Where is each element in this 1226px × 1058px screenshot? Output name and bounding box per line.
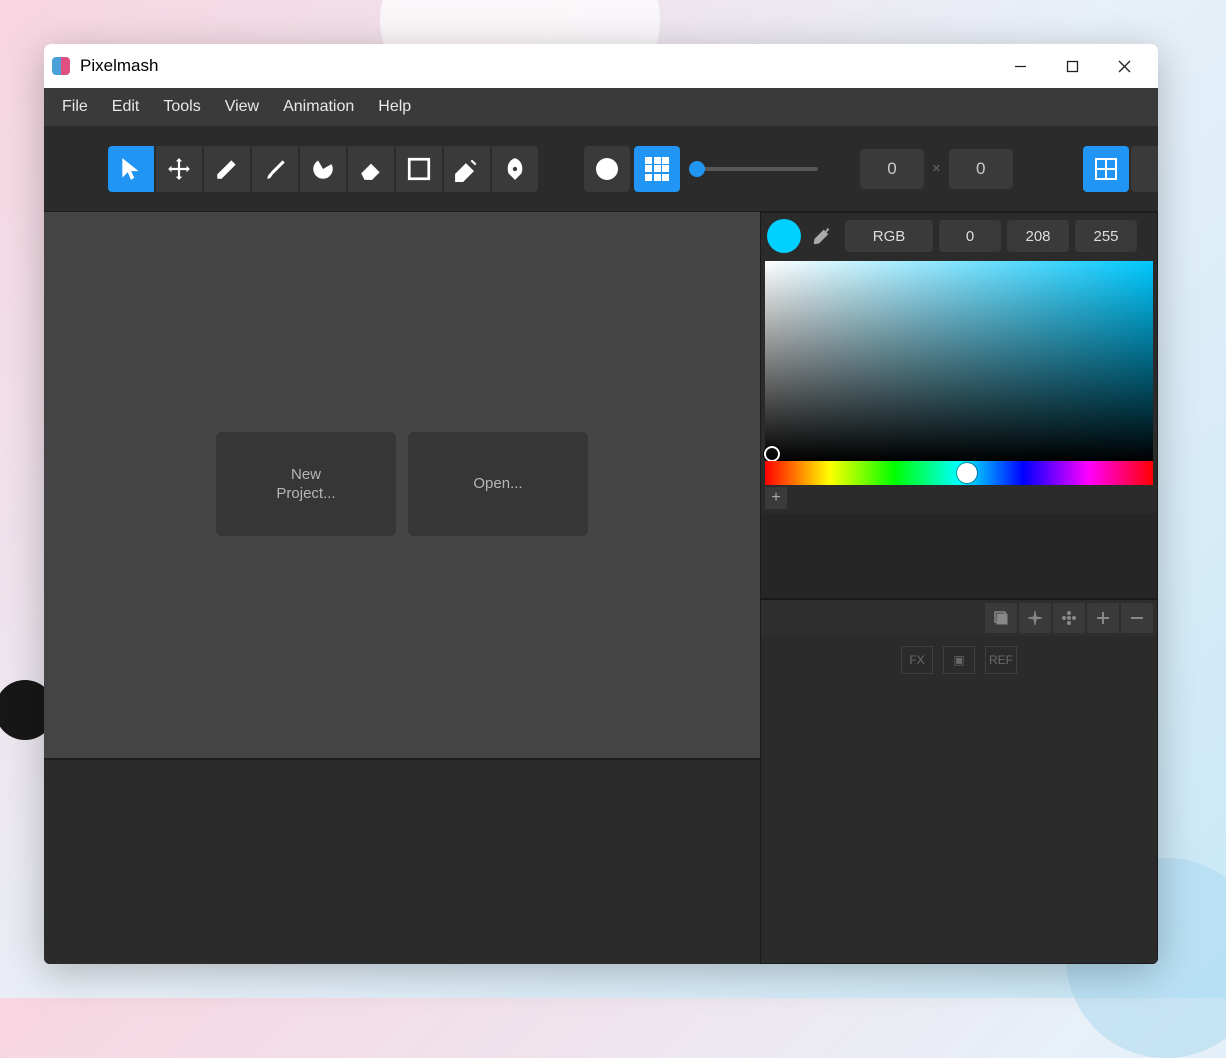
swatch-row: + [763,485,1155,511]
menubar: File Edit Tools View Animation Help [44,88,1158,126]
add-swatch-button[interactable]: + [765,487,787,509]
eyedropper-icon [810,225,832,247]
add-layer-button[interactable] [1087,603,1119,633]
layer-type-row: FX ▣ REF [761,636,1157,684]
layer-type-ref[interactable]: REF [985,646,1017,674]
color-b-input[interactable] [1075,220,1137,252]
layer-options-button[interactable] [1053,603,1085,633]
slider-thumb[interactable] [689,161,705,177]
layer-type-fx[interactable]: FX [901,646,933,674]
color-g-input[interactable] [1007,220,1069,252]
side-panel: RGB + [760,212,1158,964]
sparkle-icon [1027,610,1043,626]
timeline-panel [44,758,760,958]
pen-icon [502,156,528,182]
circle-icon [596,158,618,180]
layer-toolbar [761,600,1157,636]
menu-tools[interactable]: Tools [153,92,210,122]
layers-panel: FX ▣ REF [760,599,1158,964]
pen-tool[interactable] [492,146,538,192]
erase-rect-tool[interactable] [444,146,490,192]
brush-settings [584,146,818,192]
color-header: RGB [763,215,1155,261]
color-r-input[interactable] [939,220,1001,252]
hue-slider[interactable] [765,461,1153,485]
canvas-column: New Project... Open... [44,212,760,964]
saturation-value-picker[interactable] [765,261,1153,461]
layers-list [761,684,1157,963]
maximize-button[interactable] [1046,44,1098,88]
move-icon [166,156,192,182]
new-project-label: New Project... [276,465,335,504]
close-button[interactable] [1098,44,1150,88]
dots-icon [1061,610,1077,626]
grid-view-button[interactable] [1083,146,1129,192]
canvas-height-input[interactable] [949,149,1013,189]
layer-duplicate-button[interactable] [985,603,1017,633]
menu-help[interactable]: Help [368,92,421,122]
grid-icon [1094,157,1118,181]
stack-icon [993,610,1009,626]
color-picker-panel: RGB + [760,212,1158,513]
menu-edit[interactable]: Edit [102,92,150,122]
current-color-swatch[interactable] [767,219,801,253]
app-window: Pixelmash File Edit Tools View Animation… [44,44,1158,964]
open-card[interactable]: Open... [408,432,588,536]
remove-layer-button[interactable] [1121,603,1153,633]
erase-shape-icon [454,156,480,182]
rectangle-tool[interactable] [396,146,442,192]
move-tool[interactable] [156,146,202,192]
fill-tool[interactable] [300,146,346,192]
layer-merge-button[interactable] [1019,603,1051,633]
window-title: Pixelmash [80,56,158,76]
canvas-width-input[interactable] [860,149,924,189]
pencil-tool[interactable] [204,146,250,192]
menu-file[interactable]: File [52,92,98,122]
pixel-icon [645,157,669,181]
rectangle-icon [406,156,432,182]
brush-shape-round[interactable] [584,146,630,192]
pencil-icon [214,156,240,182]
tool-toolbar: × [44,126,1158,212]
body-area: New Project... Open... RGB [44,212,1158,964]
app-icon [52,57,70,75]
canvas-size-inputs: × [860,149,1013,189]
minimize-button[interactable] [994,44,1046,88]
size-separator: × [932,160,941,177]
canvas-viewport: New Project... Open... [44,212,760,758]
view-mode-group [1083,146,1158,192]
menu-view[interactable]: View [215,92,269,122]
new-project-card[interactable]: New Project... [216,432,396,536]
minus-icon [1129,610,1145,626]
start-cards: New Project... Open... [216,432,588,536]
eraser-icon [358,156,384,182]
palette-panel [760,513,1158,599]
brush-icon [262,156,288,182]
eyedropper-button[interactable] [805,220,837,252]
hue-thumb[interactable] [957,463,977,483]
brush-tool[interactable] [252,146,298,192]
menu-animation[interactable]: Animation [273,92,364,122]
brush-shape-square[interactable] [634,146,680,192]
layer-type-image[interactable]: ▣ [943,646,975,674]
eraser-tool[interactable] [348,146,394,192]
color-mode-button[interactable]: RGB [845,220,933,252]
bucket-icon [310,156,336,182]
tool-group [108,146,538,192]
sv-cursor[interactable] [764,446,780,462]
plus-icon [1095,610,1111,626]
cursor-icon [118,156,144,182]
open-label: Open... [473,474,522,494]
select-tool[interactable] [108,146,154,192]
brush-size-slider[interactable] [690,167,818,171]
alt-view-button[interactable] [1131,146,1158,192]
titlebar: Pixelmash [44,44,1158,88]
